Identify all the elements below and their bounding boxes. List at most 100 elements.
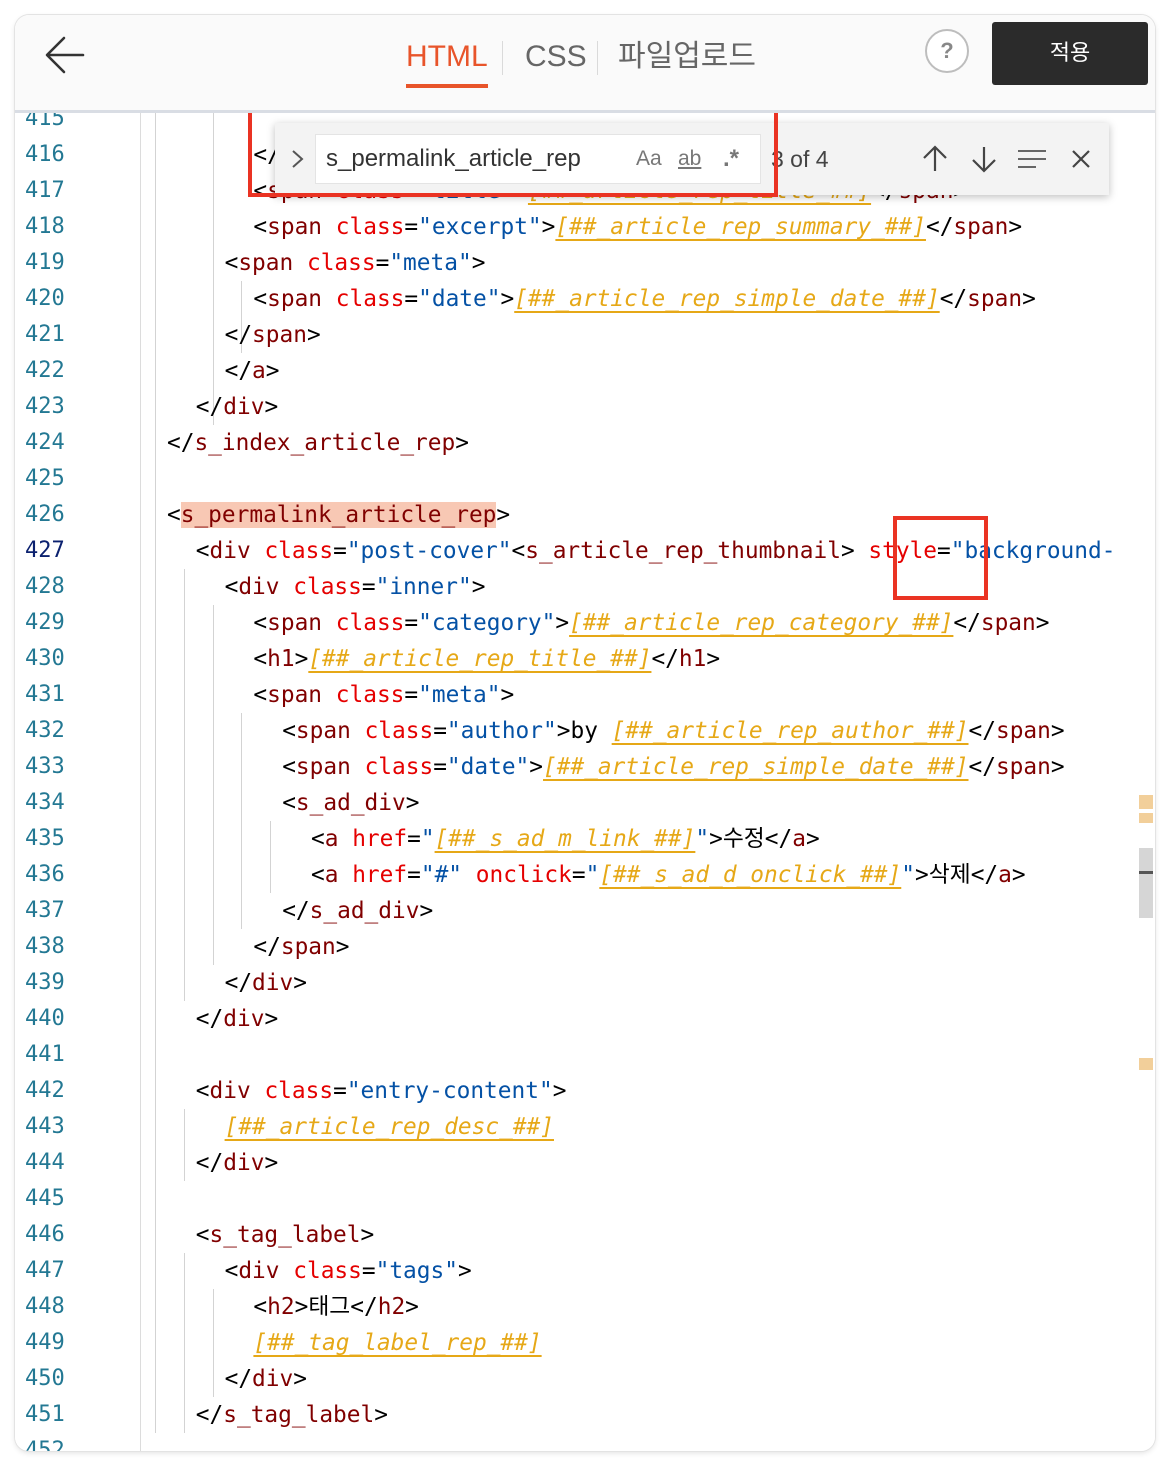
code-token: < <box>195 1078 210 1104</box>
code-token: div <box>238 574 280 600</box>
code-token: h2 <box>377 1294 406 1320</box>
code-token: div <box>223 394 265 420</box>
code-editor[interactable]: 415 416 417 418 419 420 421 422 423 424 425 426 427 4… <box>15 113 1155 1451</box>
code-token: div <box>252 1366 294 1392</box>
code-token: < <box>511 538 526 564</box>
code-token: > <box>294 646 309 672</box>
code-line: <s_tag_label> <box>196 1217 374 1253</box>
code-token: "meta" <box>389 250 472 276</box>
code-token: > <box>293 970 307 996</box>
code-token: > <box>264 1150 279 1176</box>
code-token: "#" <box>420 862 463 888</box>
code-token: > <box>471 574 486 600</box>
code-token: > <box>500 682 515 708</box>
code-token: </ <box>651 646 679 672</box>
code-token: " <box>585 862 600 888</box>
code-line: </span> <box>225 317 321 353</box>
tab-html[interactable]: HTML <box>406 35 488 95</box>
editor-window: HTML CSS 파일업로드 ? 적용 415 416 417 418 419 420 42… <box>15 15 1155 1451</box>
code-token: "post-cover" <box>346 538 512 564</box>
code-token: < <box>311 826 325 852</box>
code-token: = <box>404 286 419 312</box>
code-line: </s_index_article_rep> <box>167 425 469 461</box>
code-line: </div> <box>196 1145 278 1181</box>
code-token: > <box>471 250 486 276</box>
code-token: > <box>556 718 571 744</box>
code-token: href <box>352 826 408 852</box>
code-token: a <box>252 358 266 384</box>
code-token: div <box>252 970 294 996</box>
line-number: 425 <box>25 466 65 491</box>
line-number: 434 <box>25 790 65 815</box>
code-token: > <box>1022 286 1036 312</box>
scrollbar-thumb[interactable] <box>1139 848 1153 918</box>
code-token: < <box>195 1222 210 1248</box>
template-variable: [##_article_rep_simple_date_##] <box>514 286 940 312</box>
code-token: h2 <box>267 1294 295 1320</box>
template-variable: [##_s_ad_d_onclick_##] <box>599 862 902 888</box>
tab-file-upload[interactable]: 파일업로드 <box>618 35 756 95</box>
match-marker <box>1139 813 1153 823</box>
code-token: " <box>901 862 915 888</box>
find-in-selection-button[interactable] <box>1012 139 1052 179</box>
line-number: 448 <box>25 1294 65 1319</box>
code-token: by <box>570 718 612 744</box>
indent-guide <box>270 821 272 893</box>
code-token: class <box>335 214 405 240</box>
code-token: > <box>805 826 820 852</box>
code-token: </ <box>968 754 996 780</box>
code-token: onclick <box>475 862 572 888</box>
code-token: > <box>457 1258 472 1284</box>
code-token: 태그 <box>308 1294 351 1320</box>
code-token: < <box>253 646 268 672</box>
help-button[interactable]: ? <box>925 29 969 73</box>
line-number: 416 <box>25 142 65 167</box>
indent-guide <box>183 569 185 1001</box>
code-token: span <box>295 754 351 780</box>
annotation-highlight-style <box>893 516 988 600</box>
close-find-button[interactable] <box>1061 139 1101 179</box>
top-bar: HTML CSS 파일업로드 ? 적용 <box>15 15 1155 113</box>
code-line: </div> <box>196 389 278 425</box>
indent-guide <box>212 113 214 425</box>
code-token: h1 <box>678 646 707 672</box>
next-match-button[interactable] <box>964 139 1004 179</box>
tab-css-label: CSS <box>525 40 587 73</box>
help-icon: ? <box>940 38 954 63</box>
code-token: class <box>364 754 434 780</box>
match-marker <box>1139 1058 1153 1070</box>
overview-ruler[interactable] <box>1137 113 1155 1451</box>
code-line: <div class="entry-content"> <box>196 1073 567 1109</box>
code-token: </ <box>282 898 310 924</box>
back-button[interactable] <box>37 29 93 81</box>
tab-css[interactable]: CSS <box>525 35 587 95</box>
line-number: 423 <box>25 394 65 419</box>
line-number: 442 <box>25 1078 65 1103</box>
code-token: div <box>223 1006 265 1032</box>
code-token: > <box>455 430 469 456</box>
code-token: span <box>267 610 323 636</box>
previous-match-button[interactable] <box>915 139 955 179</box>
code-token: </ <box>764 826 793 852</box>
code-token: > <box>293 1366 307 1392</box>
code-line: <s_ad_div> <box>282 785 419 821</box>
code-token: s_tag_label <box>209 1222 361 1248</box>
code-token: s_tag_label <box>223 1402 375 1428</box>
code-token: = <box>333 1078 347 1104</box>
code-token: "entry-content" <box>346 1078 553 1104</box>
code-line: </s_tag_label> <box>196 1397 388 1433</box>
line-number: 440 <box>25 1006 65 1031</box>
code-token: </ <box>224 1366 253 1392</box>
apply-button[interactable]: 적용 <box>992 22 1148 85</box>
code-area[interactable]: </<span class="title">[##_article_rep_ti… <box>141 113 1137 1451</box>
code-token: class <box>364 718 434 744</box>
code-token: = <box>361 1258 376 1284</box>
code-token: div <box>209 1078 251 1104</box>
code-token: </ <box>970 862 999 888</box>
line-number: 424 <box>25 430 65 455</box>
